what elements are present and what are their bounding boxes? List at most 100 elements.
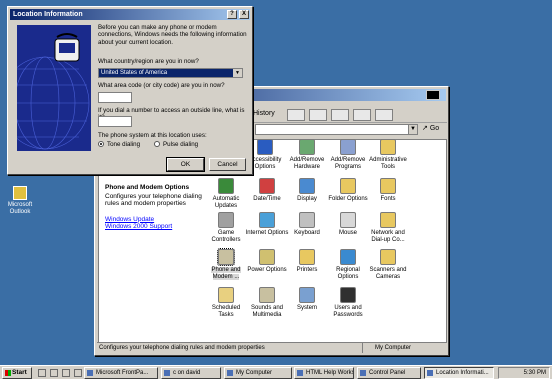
cp-icon-network[interactable]: Network and Dial-up Co... <box>366 212 410 244</box>
move-to-icon[interactable] <box>287 109 305 121</box>
dialog-titlebar[interactable]: Location Information ? X <box>10 9 250 20</box>
area-code-input[interactable] <box>98 92 132 103</box>
taskbar: Start Microsoft FrontPa... c on david My… <box>0 365 552 379</box>
tone-dialing-radio[interactable]: Tone dialing <box>98 141 140 149</box>
views-icon[interactable] <box>375 109 393 121</box>
mouse-icon <box>340 212 356 228</box>
dialog-form: Before you can make any phone or modem c… <box>98 24 248 148</box>
cp-icon-sounds[interactable]: Sounds and Multimedia <box>245 287 289 319</box>
pulse-dialing-radio[interactable]: Pulse dialing <box>154 141 198 149</box>
computer-icon <box>299 287 315 303</box>
joystick-icon <box>218 212 234 228</box>
admin-tools-icon <box>380 139 396 155</box>
windows-logo-icon <box>426 90 440 100</box>
desktop-icon-outlook[interactable]: Microsoft Outlook <box>0 186 40 216</box>
quicklaunch-icon[interactable] <box>74 369 82 377</box>
address-input[interactable] <box>255 124 418 135</box>
cp-icon-add-remove-programs[interactable]: Add/Remove Programs <box>326 139 370 171</box>
ok-button[interactable]: OK <box>166 157 205 172</box>
globe-icon <box>218 178 234 194</box>
task-location-information[interactable]: Location Informati... <box>424 367 494 379</box>
task-my-computer[interactable]: My Computer <box>224 367 292 379</box>
cp-icon-add-remove-hardware[interactable]: Add/Remove Hardware <box>285 139 329 171</box>
cp-icon-regional-options[interactable]: Regional Options <box>326 249 370 281</box>
phone-system-label: The phone system at this location uses: <box>98 132 207 139</box>
task-control-panel[interactable]: Control Panel <box>357 367 421 379</box>
status-bar: Configures your telephone dialing rules … <box>97 342 446 353</box>
cp-icon-game-controllers[interactable]: Game Controllers <box>204 212 248 244</box>
go-button[interactable]: ↗ Go <box>422 124 439 132</box>
address-dropdown-icon[interactable]: ▼ <box>408 124 418 135</box>
cancel-button[interactable]: Cancel <box>209 158 246 171</box>
phone-icon <box>217 248 235 266</box>
chevron-down-icon[interactable]: ▼ <box>233 69 242 77</box>
cp-icon-folder-options[interactable]: Folder Options <box>326 178 370 203</box>
monitor-icon <box>299 178 315 194</box>
country-select[interactable]: United States of America ▼ <box>98 68 243 78</box>
globe-icon <box>340 249 356 265</box>
keyboard-icon <box>299 212 315 228</box>
speaker-icon <box>259 287 275 303</box>
fonts-folder-icon <box>380 178 396 194</box>
country-label: What country/region are you in now? <box>98 58 199 65</box>
folder-icon <box>340 178 356 194</box>
cp-icon-printers[interactable]: Printers <box>285 249 329 274</box>
cp-icon-scanners-cameras[interactable]: Scanners and Cameras <box>366 249 410 281</box>
radio-unselected-icon <box>154 141 160 147</box>
cp-icon-scheduled-tasks[interactable]: Scheduled Tasks <box>204 287 248 319</box>
history-button[interactable]: History <box>253 110 275 117</box>
outlook-icon <box>13 186 27 200</box>
cp-icon-users-passwords[interactable]: Users and Passwords <box>326 287 370 319</box>
intro-text: Before you can make any phone or modem c… <box>98 24 247 46</box>
dialog-title: Location Information <box>13 11 83 18</box>
cp-icon-system[interactable]: System <box>285 287 329 312</box>
globe-grid-icon <box>17 33 90 150</box>
cp-icon-power-options[interactable]: Power Options <box>245 249 289 274</box>
cp-icon-phone-modem[interactable]: Phone and Modem ... <box>204 248 248 281</box>
cp-icon-automatic-updates[interactable]: Automatic Updates <box>204 178 248 210</box>
cp-icon-display[interactable]: Display <box>285 178 329 203</box>
outlook-quicklaunch-icon[interactable] <box>62 369 70 377</box>
accessibility-icon <box>257 139 273 155</box>
copy-to-icon[interactable] <box>309 109 327 121</box>
help-button[interactable]: ? <box>227 10 237 19</box>
info-pane: Phone and Modem Options Configures your … <box>105 184 207 231</box>
show-desktop-icon[interactable] <box>38 369 46 377</box>
windows-support-link[interactable]: Windows 2000 Support <box>105 223 207 231</box>
hardware-icon <box>299 139 315 155</box>
phone-globe-illustration <box>17 25 91 151</box>
cp-icon-fonts[interactable]: Fonts <box>366 178 410 203</box>
users-icon <box>340 287 356 303</box>
internet-icon <box>259 212 275 228</box>
task-frontpage[interactable]: Microsoft FrontPa... <box>84 367 158 379</box>
explorer-icon[interactable] <box>50 369 58 377</box>
network-folder-icon <box>380 212 396 228</box>
system-tray: 5:30 PM <box>498 367 550 379</box>
delete-icon[interactable] <box>331 109 349 121</box>
windows-update-link[interactable]: Windows Update <box>105 216 207 224</box>
outside-line-input[interactable] <box>98 116 132 127</box>
telephone-icon <box>54 33 80 62</box>
camera-icon <box>380 249 396 265</box>
close-button[interactable]: X <box>239 10 249 19</box>
task-html-help[interactable]: HTML Help Works... <box>294 367 354 379</box>
location-information-dialog: Location Information ? X Before you can … <box>7 6 253 175</box>
start-button[interactable]: Start <box>2 367 32 379</box>
cp-icon-keyboard[interactable]: Keyboard <box>285 212 329 237</box>
task-c-on-david[interactable]: c on david <box>161 367 221 379</box>
info-description: Configures your telephone dialing rules … <box>105 192 202 208</box>
power-icon <box>259 249 275 265</box>
calendar-icon <box>259 178 275 194</box>
programs-icon <box>340 139 356 155</box>
cp-icon-mouse[interactable]: Mouse <box>326 212 370 237</box>
undo-icon[interactable] <box>353 109 371 121</box>
cp-icon-date-time[interactable]: Date/Time <box>245 178 289 203</box>
info-heading: Phone and Modem Options <box>105 184 190 191</box>
cp-icon-internet-options[interactable]: Internet Options <box>245 212 289 237</box>
cp-icon-administrative-tools[interactable]: Administrative Tools <box>366 139 410 171</box>
printer-icon <box>299 249 315 265</box>
clock[interactable]: 5:30 PM <box>524 370 546 376</box>
task-folder-icon <box>218 287 234 303</box>
area-code-label: What area code (or city code) are you in… <box>98 82 225 89</box>
status-zone: My Computer <box>362 343 411 353</box>
